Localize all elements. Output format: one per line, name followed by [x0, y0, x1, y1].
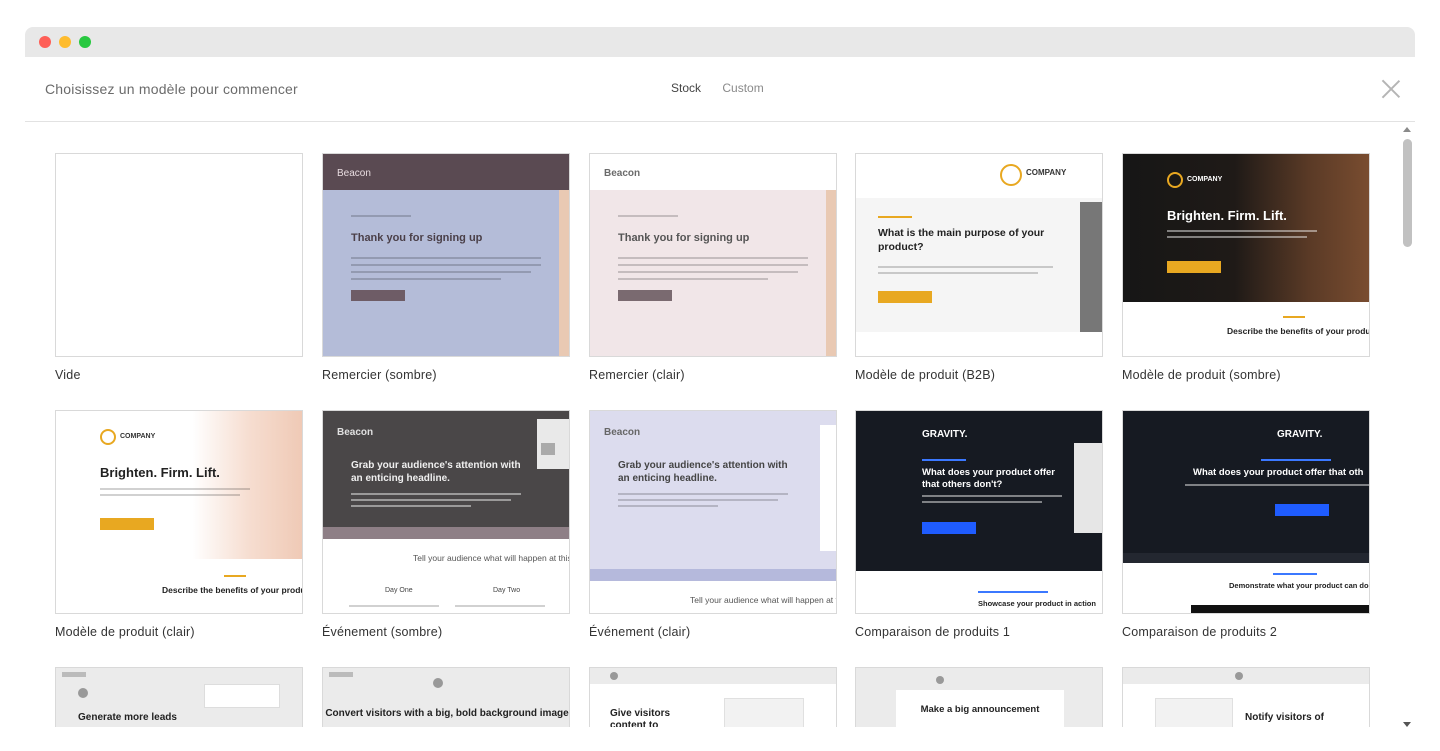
preview-brand: Beacon — [337, 168, 371, 179]
template-card-event-dark[interactable]: Beacon Grab your audience's attention wi… — [322, 410, 570, 639]
template-tabs: Stock Custom — [671, 81, 782, 95]
preview-heading: Give visitors content to — [610, 708, 671, 727]
template-label: Remercier (clair) — [589, 368, 685, 382]
template-label: Modèle de produit (B2B) — [855, 368, 996, 382]
template-thumbnail[interactable]: COMPANY What is the main purpose of your… — [855, 153, 1103, 357]
company-logo-icon — [1000, 164, 1022, 186]
template-thumbnail[interactable]: Convert visitors with a big, bold backgr… — [322, 667, 570, 727]
maximize-window-icon[interactable] — [79, 36, 91, 48]
minimize-window-icon[interactable] — [59, 36, 71, 48]
tab-custom[interactable]: Custom — [722, 81, 763, 95]
template-label: Vide — [55, 368, 81, 382]
preview-heading: Thank you for signing up — [618, 232, 750, 244]
preview-subheading: Describe the benefits of your produ — [162, 585, 303, 595]
template-thumbnail[interactable]: Make a big announcement — [855, 667, 1103, 727]
template-card-big-announcement[interactable]: Make a big announcement — [855, 667, 1103, 727]
preview-brand: COMPANY — [1187, 176, 1223, 183]
template-card-thank-you-light[interactable]: Beacon Thank you for signing up Remercie… — [589, 153, 837, 382]
preview-subheading: Demonstrate what your product can do for… — [1229, 581, 1369, 590]
preview-brand: COMPANY — [1026, 168, 1067, 177]
picker-header: Choisissez un modèle pour commencer Stoc… — [25, 57, 1415, 122]
template-card-comparison-1[interactable]: GRAVITY. What does your product offer th… — [855, 410, 1103, 639]
preview-heading: Brighten. Firm. Lift. — [1167, 208, 1287, 223]
preview-heading: Notify visitors of — [1245, 712, 1324, 723]
preview-day-one: Day One — [385, 587, 413, 594]
vertical-scrollbar[interactable] — [1399, 123, 1415, 727]
preview-heading: What does your product offer that oth — [1193, 467, 1364, 478]
template-card-product-light[interactable]: COMPANY Brighten. Firm. Lift. Describe t… — [55, 410, 303, 639]
scroll-thumb[interactable] — [1403, 139, 1412, 247]
preview-brand: Beacon — [604, 427, 641, 438]
preview-heading: Thank you for signing up — [351, 232, 483, 244]
preview-brand: Beacon — [604, 168, 641, 179]
template-label: Événement (sombre) — [322, 625, 443, 639]
preview-brand: COMPANY — [120, 433, 156, 440]
template-thumbnail[interactable]: Give visitors content to — [589, 667, 837, 727]
preview-heading: Brighten. Firm. Lift. — [100, 465, 220, 480]
template-picker-window: Choisissez un modèle pour commencer Stoc… — [25, 27, 1415, 751]
template-card-comparison-2[interactable]: GRAVITY. What does your product offer th… — [1122, 410, 1370, 639]
preview-heading: Grab your audience's attention with an e… — [618, 460, 788, 484]
preview-brand: GRAVITY. — [922, 429, 968, 440]
page-title: Choisissez un modèle pour commencer — [45, 81, 298, 97]
preview-heading: What does your product offer that others… — [922, 467, 1055, 490]
template-thumbnail[interactable]: Generate more leads — [55, 667, 303, 727]
template-card-product-b2b[interactable]: COMPANY What is the main purpose of your… — [855, 153, 1103, 382]
close-window-icon[interactable] — [39, 36, 51, 48]
template-thumbnail[interactable]: COMPANY Brighten. Firm. Lift. Describe t… — [1122, 153, 1370, 357]
template-grid: Vide Beacon Thank you for signing up Rem… — [55, 153, 1395, 727]
template-thumbnail[interactable]: GRAVITY. What does your product offer th… — [855, 410, 1103, 614]
template-card-notify-visitors[interactable]: Notify visitors of — [1122, 667, 1370, 727]
template-thumbnail[interactable]: COMPANY Brighten. Firm. Lift. Describe t… — [55, 410, 303, 614]
template-thumbnail[interactable]: Beacon Thank you for signing up — [589, 153, 837, 357]
template-label: Remercier (sombre) — [322, 368, 437, 382]
template-thumbnail[interactable]: Notify visitors of — [1122, 667, 1370, 727]
scroll-up-icon[interactable] — [1403, 127, 1411, 132]
template-card-give-visitors-content[interactable]: Give visitors content to — [589, 667, 837, 727]
preview-heading: What is the main purpose of your product… — [878, 227, 1045, 253]
template-card-generate-leads[interactable]: Generate more leads — [55, 667, 303, 727]
preview-heading: Grab your audience's attention with an e… — [351, 460, 521, 484]
template-thumbnail[interactable]: GRAVITY. What does your product offer th… — [1122, 410, 1370, 614]
template-label: Événement (clair) — [589, 625, 691, 639]
preview-heading: Make a big announcement — [920, 704, 1040, 715]
template-thumbnail[interactable] — [55, 153, 303, 357]
preview-heading: Generate more leads — [78, 712, 177, 723]
template-label: Comparaison de produits 2 — [1122, 625, 1278, 639]
template-card-thank-you-dark[interactable]: Beacon Thank you for signing up Remercie… — [322, 153, 570, 382]
preview-subheading: Tell your audience what will happen at t… — [413, 553, 570, 563]
window-titlebar — [25, 27, 1415, 57]
preview-subheading: Tell your audience what will happen at t… — [690, 595, 836, 605]
company-logo-icon — [1167, 172, 1183, 188]
template-thumbnail[interactable]: Beacon Grab your audience's attention wi… — [322, 410, 570, 614]
tab-stock[interactable]: Stock — [671, 81, 701, 95]
template-thumbnail[interactable]: Beacon Grab your audience's attention wi… — [589, 410, 837, 614]
company-logo-icon — [100, 429, 116, 445]
template-label: Modèle de produit (clair) — [55, 625, 195, 639]
preview-subheading: Describe the benefits of your product — [1227, 326, 1370, 336]
preview-brand: Beacon — [337, 427, 374, 438]
template-card-blank[interactable]: Vide — [55, 153, 303, 382]
template-card-convert-visitors[interactable]: Convert visitors with a big, bold backgr… — [322, 667, 570, 727]
template-card-event-light[interactable]: Beacon Grab your audience's attention wi… — [589, 410, 837, 639]
preview-subheading: Showcase your product in action — [978, 599, 1096, 608]
template-label: Comparaison de produits 1 — [855, 625, 1011, 639]
template-thumbnail[interactable]: Beacon Thank you for signing up — [322, 153, 570, 357]
preview-heading: Convert visitors with a big, bold backgr… — [325, 708, 569, 719]
close-icon[interactable] — [1381, 79, 1401, 99]
scroll-down-icon[interactable] — [1403, 722, 1411, 727]
preview-brand: GRAVITY. — [1277, 429, 1323, 440]
template-card-product-dark[interactable]: COMPANY Brighten. Firm. Lift. Describe t… — [1122, 153, 1370, 382]
preview-day-two: Day Two — [493, 587, 521, 594]
template-label: Modèle de produit (sombre) — [1122, 368, 1281, 382]
